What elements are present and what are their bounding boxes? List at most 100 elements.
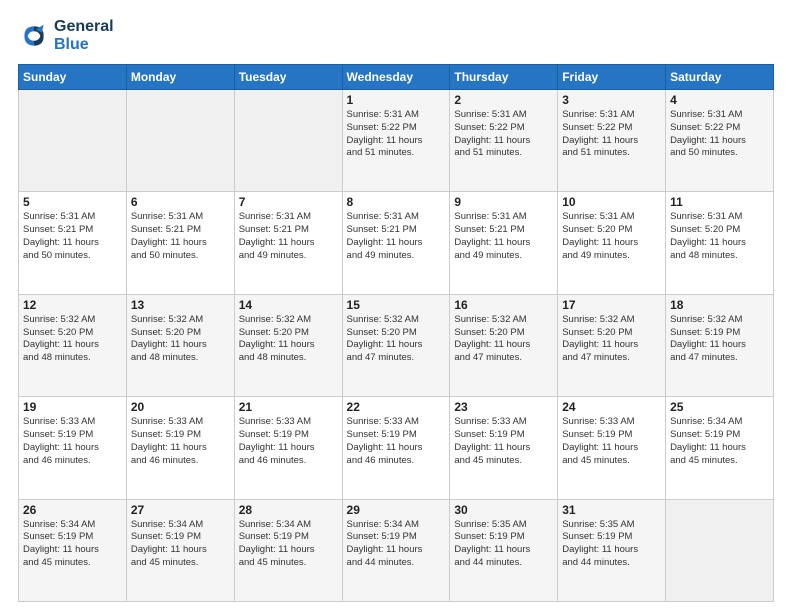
day-info: Sunrise: 5:32 AM Sunset: 5:20 PM Dayligh… [562,314,661,365]
logo-icon [18,20,50,52]
day-info: Sunrise: 5:34 AM Sunset: 5:19 PM Dayligh… [347,519,446,570]
calendar-cell: 25 Sunrise: 5:34 AM Sunset: 5:19 PM Dayli… [666,397,774,499]
day-info: Sunrise: 5:31 AM Sunset: 5:22 PM Dayligh… [454,109,553,160]
calendar-table: SundayMondayTuesdayWednesdayThursdayFrid… [18,64,774,602]
calendar-cell: 7 Sunrise: 5:31 AM Sunset: 5:21 PM Daylig… [234,192,342,294]
calendar-cell [19,90,127,192]
calendar-cell: 4 Sunrise: 5:31 AM Sunset: 5:22 PM Daylig… [666,90,774,192]
weekday-header-tuesday: Tuesday [234,65,342,90]
calendar-cell: 2 Sunrise: 5:31 AM Sunset: 5:22 PM Daylig… [450,90,558,192]
day-info: Sunrise: 5:33 AM Sunset: 5:19 PM Dayligh… [562,416,661,467]
day-number: 18 [670,298,769,312]
weekday-header-saturday: Saturday [666,65,774,90]
weekday-header-thursday: Thursday [450,65,558,90]
calendar-cell [126,90,234,192]
logo: General Blue [18,18,114,54]
calendar-cell: 21 Sunrise: 5:33 AM Sunset: 5:19 PM Dayli… [234,397,342,499]
day-number: 25 [670,400,769,414]
calendar-cell: 13Sunrise: 5:32 AM Sunset: 5:20 PM Dayli… [126,294,234,396]
day-number: 5 [23,195,122,209]
day-info: Sunrise: 5:31 AM Sunset: 5:21 PM Dayligh… [454,211,553,262]
day-info: Sunrise: 5:32 AM Sunset: 5:20 PM Dayligh… [23,314,122,365]
day-number: 31 [562,503,661,517]
day-number: 27 [131,503,230,517]
day-info: Sunrise: 5:32 AM Sunset: 5:20 PM Dayligh… [454,314,553,365]
day-info: Sunrise: 5:34 AM Sunset: 5:19 PM Dayligh… [23,519,122,570]
day-number: 16 [454,298,553,312]
day-info: Sunrise: 5:33 AM Sunset: 5:19 PM Dayligh… [239,416,338,467]
day-info: Sunrise: 5:31 AM Sunset: 5:20 PM Dayligh… [670,211,769,262]
day-number: 14 [239,298,338,312]
day-info: Sunrise: 5:33 AM Sunset: 5:19 PM Dayligh… [131,416,230,467]
week-row-1: 1 Sunrise: 5:31 AM Sunset: 5:22 PM Daylig… [19,90,774,192]
logo-text: General Blue [54,18,114,54]
day-number: 1 [347,93,446,107]
calendar-cell: 16 Sunrise: 5:32 AM Sunset: 5:20 PM Dayli… [450,294,558,396]
calendar-cell: 22Sunrise: 5:33 AM Sunset: 5:19 PM Dayli… [342,397,450,499]
calendar-cell: 24 Sunrise: 5:33 AM Sunset: 5:19 PM Dayli… [558,397,666,499]
calendar-cell: 6 Sunrise: 5:31 AM Sunset: 5:21 PM Daylig… [126,192,234,294]
day-info: Sunrise: 5:32 AM Sunset: 5:19 PM Dayligh… [670,314,769,365]
day-number: 30 [454,503,553,517]
week-row-5: 26 Sunrise: 5:34 AM Sunset: 5:19 PM Dayli… [19,499,774,601]
calendar-cell: 19 Sunrise: 5:33 AM Sunset: 5:19 PM Dayli… [19,397,127,499]
day-info: Sunrise: 5:33 AM Sunset: 5:19 PM Dayligh… [454,416,553,467]
day-info: Sunrise: 5:31 AM Sunset: 5:21 PM Dayligh… [239,211,338,262]
calendar-cell: 27 Sunrise: 5:34 AM Sunset: 5:19 PM Dayli… [126,499,234,601]
calendar-cell: 10Sunrise: 5:31 AM Sunset: 5:20 PM Dayli… [558,192,666,294]
calendar-cell: 3 Sunrise: 5:31 AM Sunset: 5:22 PM Daylig… [558,90,666,192]
calendar-cell: 20 Sunrise: 5:33 AM Sunset: 5:19 PM Dayli… [126,397,234,499]
weekday-header-friday: Friday [558,65,666,90]
day-number: 11 [670,195,769,209]
weekday-header-wednesday: Wednesday [342,65,450,90]
day-number: 3 [562,93,661,107]
calendar-cell: 11 Sunrise: 5:31 AM Sunset: 5:20 PM Dayli… [666,192,774,294]
calendar-cell: 1 Sunrise: 5:31 AM Sunset: 5:22 PM Daylig… [342,90,450,192]
calendar-cell: 26 Sunrise: 5:34 AM Sunset: 5:19 PM Dayli… [19,499,127,601]
day-info: Sunrise: 5:31 AM Sunset: 5:21 PM Dayligh… [131,211,230,262]
day-info: Sunrise: 5:31 AM Sunset: 5:21 PM Dayligh… [23,211,122,262]
day-number: 12 [23,298,122,312]
calendar-cell: 8Sunrise: 5:31 AM Sunset: 5:21 PM Daylig… [342,192,450,294]
day-number: 4 [670,93,769,107]
day-number: 13 [131,298,230,312]
day-number: 7 [239,195,338,209]
day-info: Sunrise: 5:33 AM Sunset: 5:19 PM Dayligh… [23,416,122,467]
calendar-cell [234,90,342,192]
weekday-header-row: SundayMondayTuesdayWednesdayThursdayFrid… [19,65,774,90]
day-number: 29 [347,503,446,517]
day-info: Sunrise: 5:32 AM Sunset: 5:20 PM Dayligh… [347,314,446,365]
calendar-cell [666,499,774,601]
calendar-cell: 18 Sunrise: 5:32 AM Sunset: 5:19 PM Dayli… [666,294,774,396]
day-number: 9 [454,195,553,209]
calendar-cell: 29 Sunrise: 5:34 AM Sunset: 5:19 PM Dayli… [342,499,450,601]
header: General Blue [18,18,774,54]
day-info: Sunrise: 5:34 AM Sunset: 5:19 PM Dayligh… [670,416,769,467]
day-number: 26 [23,503,122,517]
calendar-cell: 14 Sunrise: 5:32 AM Sunset: 5:20 PM Dayli… [234,294,342,396]
day-number: 24 [562,400,661,414]
day-number: 17 [562,298,661,312]
day-info: Sunrise: 5:31 AM Sunset: 5:22 PM Dayligh… [347,109,446,160]
calendar-cell: 17 Sunrise: 5:32 AM Sunset: 5:20 PM Dayli… [558,294,666,396]
weekday-header-sunday: Sunday [19,65,127,90]
day-number: 21 [239,400,338,414]
day-info: Sunrise: 5:34 AM Sunset: 5:19 PM Dayligh… [131,519,230,570]
day-info: Sunrise: 5:34 AM Sunset: 5:19 PM Dayligh… [239,519,338,570]
day-number: 19 [23,400,122,414]
day-number: 2 [454,93,553,107]
day-number: 10 [562,195,661,209]
day-number: 8 [347,195,446,209]
day-number: 22 [347,400,446,414]
day-number: 20 [131,400,230,414]
week-row-3: 12 Sunrise: 5:32 AM Sunset: 5:20 PM Dayli… [19,294,774,396]
weekday-header-monday: Monday [126,65,234,90]
calendar-cell: 30Sunrise: 5:35 AM Sunset: 5:19 PM Dayli… [450,499,558,601]
day-number: 23 [454,400,553,414]
day-info: Sunrise: 5:31 AM Sunset: 5:22 PM Dayligh… [562,109,661,160]
day-info: Sunrise: 5:31 AM Sunset: 5:22 PM Dayligh… [670,109,769,160]
day-number: 6 [131,195,230,209]
calendar-cell: 28Sunrise: 5:34 AM Sunset: 5:19 PM Dayli… [234,499,342,601]
day-info: Sunrise: 5:32 AM Sunset: 5:20 PM Dayligh… [239,314,338,365]
calendar-cell: 15Sunrise: 5:32 AM Sunset: 5:20 PM Dayli… [342,294,450,396]
